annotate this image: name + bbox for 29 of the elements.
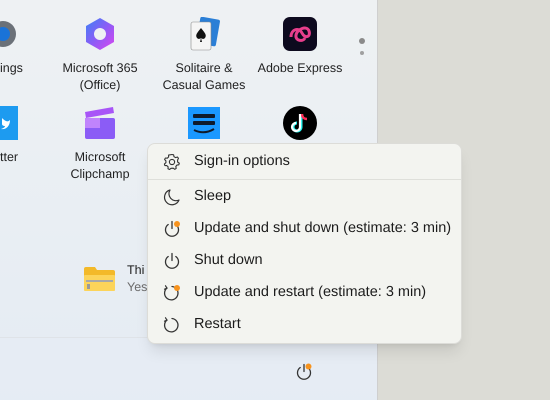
restart-icon: [163, 284, 181, 302]
moon-icon: [163, 188, 181, 206]
app-label[interactable]: Adobe Express: [258, 60, 342, 77]
menu-item[interactable]: Sleep: [148, 181, 461, 213]
menu-item[interactable]: Shut down: [148, 245, 461, 277]
video-logo-icon: [188, 107, 220, 139]
restart-icon: [163, 316, 181, 334]
menu-item[interactable]: Update and shut down (estimate: 3 min): [148, 213, 461, 245]
file-name[interactable]: Thi: [127, 262, 148, 279]
zipped-folder-icon: [84, 267, 115, 291]
app-label[interactable]: Microsoft Clipchamp: [70, 149, 130, 183]
power-icon: [163, 252, 181, 270]
menu-item[interactable]: Update and restart (estimate: 3 min): [148, 277, 461, 309]
menu-item[interactable]: Restart: [148, 309, 461, 341]
power-icon: [163, 220, 181, 238]
app-label[interactable]: tter: [0, 149, 18, 166]
menu-item[interactable]: Sign-in options: [148, 146, 461, 178]
file-date: Yes: [127, 279, 148, 296]
app-label[interactable]: Microsoft 365 (Office): [62, 60, 138, 94]
music-note-logo-icon: [283, 106, 317, 140]
adobe-logo-icon: [283, 17, 317, 51]
settings-icon: [163, 153, 181, 171]
app-label[interactable]: ings: [0, 60, 23, 77]
power-glyph-icon: [295, 363, 313, 381]
clapperboard-icon: [83, 106, 117, 140]
playing-cards-icon: [188, 17, 220, 51]
app-label[interactable]: Solitaire & Casual Games: [162, 60, 246, 94]
bird-logo-icon: [0, 106, 18, 140]
ring-logo-icon: [84, 17, 116, 51]
